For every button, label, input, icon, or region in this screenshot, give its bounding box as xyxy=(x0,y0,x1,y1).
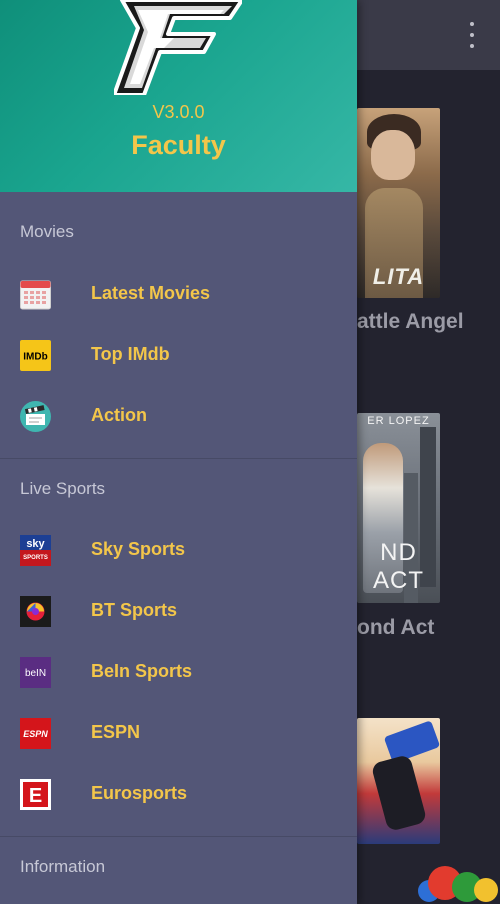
menu-item-action[interactable]: Action xyxy=(0,387,357,445)
navigation-drawer: V3.0.0 Faculty Movies Latest Movies IMDb xyxy=(0,0,357,904)
calendar-icon xyxy=(20,280,51,310)
sky-sports-icon: sky SPORTS xyxy=(20,535,51,566)
menu-item-label: Top IMdb xyxy=(91,344,170,364)
movie-poster-3[interactable] xyxy=(357,718,440,844)
menu-item-label: Latest Movies xyxy=(91,283,211,303)
poster-tag: ER LOPEZ xyxy=(367,415,430,427)
menu-item-bein-sports[interactable]: beIN BeIn Sports xyxy=(0,643,357,701)
watermark-logo xyxy=(418,858,500,904)
menu-item-eurosports[interactable]: E Eurosports xyxy=(0,765,357,823)
bein-icon-text: beIN xyxy=(25,668,46,679)
menu-item-latest-movies[interactable]: Latest Movies xyxy=(0,265,357,323)
app-name: Faculty xyxy=(131,130,226,160)
espn-icon-text: ESPN xyxy=(23,729,48,739)
eurosport-icon-text: E xyxy=(29,785,42,807)
menu-item-label: BeIn Sports xyxy=(91,661,193,681)
clapperboard-icon xyxy=(20,401,51,432)
more-vert-icon[interactable] xyxy=(460,22,484,48)
section-header-movies: Movies xyxy=(20,222,74,241)
espn-icon: ESPN xyxy=(20,718,51,749)
section-header-information: Information xyxy=(20,857,106,876)
menu-item-top-imdb[interactable]: IMDb Top IMdb xyxy=(0,326,357,384)
poster-title: LITA xyxy=(372,264,425,289)
movie-poster-2[interactable]: ER LOPEZ ND ACT xyxy=(357,413,440,603)
menu-item-sky-sports[interactable]: sky SPORTS Sky Sports xyxy=(0,521,357,579)
menu-item-label: Sky Sports xyxy=(91,539,186,559)
faculty-logo xyxy=(114,0,242,95)
sky-icon-text: sky xyxy=(26,538,45,550)
section-divider xyxy=(0,836,357,837)
menu-item-label: Eurosports xyxy=(91,783,188,803)
section-header-live-sports: Live Sports xyxy=(20,479,106,498)
imdb-icon-text: IMDb xyxy=(23,352,47,363)
movie-title-2[interactable]: ond Act xyxy=(357,616,434,640)
eurosport-icon: E xyxy=(20,779,51,810)
drawer-header: V3.0.0 Faculty xyxy=(0,0,357,192)
poster-title: ND ACT xyxy=(373,539,424,594)
imdb-icon: IMDb xyxy=(20,340,51,371)
menu-item-label: Action xyxy=(91,405,147,425)
menu-item-label: BT Sports xyxy=(91,600,178,620)
menu-item-label: ESPN xyxy=(91,722,141,742)
app-screen: LITA attle Angel ER LOPEZ ND ACT ond Act… xyxy=(0,0,500,904)
menu-item-espn[interactable]: ESPN ESPN xyxy=(0,704,357,762)
section-divider xyxy=(0,458,357,459)
movie-poster-1[interactable]: LITA xyxy=(357,108,440,298)
sports-icon-text: SPORTS xyxy=(23,555,48,561)
movie-title-1[interactable]: attle Angel xyxy=(357,310,464,334)
bein-sports-icon: beIN xyxy=(20,657,51,688)
bt-sports-icon xyxy=(20,596,51,627)
app-version: V3.0.0 xyxy=(152,102,205,122)
menu-item-bt-sports[interactable]: BT Sports xyxy=(0,582,357,640)
